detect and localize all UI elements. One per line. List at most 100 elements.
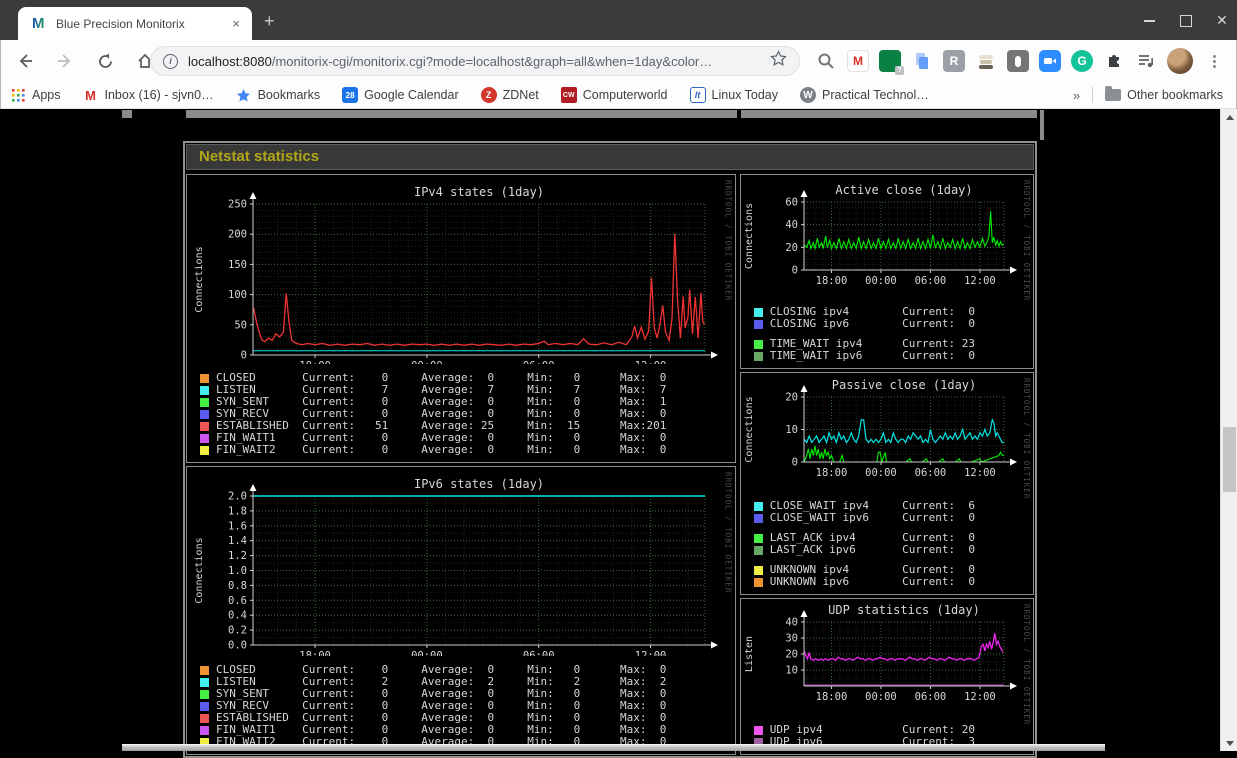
other-bookmarks-button[interactable]: Other bookmarks — [1105, 86, 1223, 102]
legend-swatch — [200, 677, 209, 687]
gmail-extension-icon[interactable]: M — [847, 50, 869, 72]
page-scrollbar[interactable] — [1220, 109, 1237, 751]
svg-text:00:00: 00:00 — [865, 275, 897, 287]
playlist-extension-icon[interactable] — [1135, 50, 1157, 72]
previous-section-border-fragment — [741, 110, 1037, 118]
stack-extension-icon[interactable] — [975, 50, 997, 72]
tab-title: Blue Precision Monitorix — [56, 16, 185, 31]
bookmark-item-zdnet[interactable]: Z ZDNet — [480, 87, 539, 103]
zdnet-favicon: Z — [480, 87, 497, 103]
bookmarks-overflow-chevron[interactable]: » — [1073, 88, 1080, 103]
cw-favicon: CW — [560, 87, 577, 103]
legend-text: TIME_WAIT ipv6 Current: 0 — [769, 349, 976, 362]
window-maximize-button[interactable] — [1179, 13, 1193, 27]
bookmarks-divider — [1092, 87, 1094, 103]
tab-close-icon[interactable]: × — [228, 16, 244, 31]
section-title: Netstat statistics — [186, 144, 1034, 170]
other-bookmarks-label: Other bookmarks — [1127, 88, 1223, 102]
legend-row: LAST_ACK ipv6 Current: 0 — [753, 544, 1033, 556]
rrdtool-watermark: RRDTOOL / TOBI OETIKER — [723, 472, 733, 594]
bookmark-label: Practical Technol… — [822, 88, 929, 102]
svg-text:18:00: 18:00 — [299, 360, 331, 364]
lamp-extension-icon[interactable] — [1007, 50, 1029, 72]
graph-legend-passive_close: CLOSE_WAIT ipv4 Current: 6 CLOSE_WAIT ipv… — [753, 500, 1033, 588]
bookmark-label: Linux Today — [711, 88, 779, 102]
back-button[interactable] — [12, 48, 38, 74]
zoom-extension-icon[interactable] — [1039, 50, 1061, 72]
svg-text:1.4: 1.4 — [228, 535, 247, 547]
copy-pages-extension-icon[interactable] — [911, 50, 933, 72]
voice-extension-icon[interactable]: ? — [879, 50, 904, 75]
svg-text:20: 20 — [785, 392, 798, 404]
bookmark-label: Apps — [32, 88, 61, 102]
bookmark-item-inbox-16-sjvn0[interactable]: M Inbox (16) - sjvn0… — [83, 87, 214, 103]
svg-text:250: 250 — [228, 199, 247, 211]
bookmarks-bar: Apps M Inbox (16) - sjvn0… Bookmarks 28 Googl… — [0, 82, 1237, 109]
scrollbar-down-arrow[interactable] — [1221, 735, 1237, 751]
svg-text:12:00: 12:00 — [635, 360, 667, 364]
browser-menu-icon[interactable]: ⋮ — [1203, 52, 1226, 70]
graph-udp_statistics-image[interactable]: 10 20 30 40 18:00 00:00 06:00 12:00 UDP statisti… — [744, 602, 1033, 721]
window-left-edge — [0, 40, 1, 109]
bookmark-star-icon[interactable] — [770, 50, 787, 72]
reload-button[interactable] — [92, 48, 118, 74]
svg-text:00:00: 00:00 — [411, 650, 443, 656]
legend-swatch — [753, 565, 763, 575]
svg-text:150: 150 — [228, 259, 247, 271]
svg-text:06:00: 06:00 — [914, 467, 946, 479]
svg-text:06:00: 06:00 — [914, 275, 946, 287]
monitorix-page: Netstat statistics 05010015020025018:000… — [0, 109, 1237, 758]
graph-legend-ipv4_states: CLOSED Current: 0 Average: 0 Min: 0 Max:… — [200, 372, 735, 456]
profile-avatar[interactable] — [1167, 48, 1193, 74]
svg-text:0.2: 0.2 — [228, 625, 247, 637]
svg-text:0.6: 0.6 — [228, 595, 247, 607]
bookmark-item-bookmarks[interactable]: Bookmarks — [236, 87, 320, 103]
url-text: localhost:8080/monitorix-cgi/monitorix.c… — [188, 53, 713, 69]
scrollbar-thumb[interactable] — [1223, 427, 1236, 492]
monitorix-favicon: M — [32, 15, 48, 32]
bookmark-item-linux-today[interactable]: lt Linux Today — [689, 87, 779, 103]
window-minimize-button[interactable] — [1143, 13, 1157, 27]
forward-button[interactable] — [52, 48, 78, 74]
address-bar[interactable]: i localhost:8080/monitorix-cgi/monitorix… — [150, 46, 800, 76]
graph-ipv6_states-image[interactable]: 0.0 0.2 0.4 0.6 0.8 1.0 1.2 1.4 1.6 1.8 2.0 18:00 00… — [190, 470, 735, 662]
svg-text:06:00: 06:00 — [523, 650, 555, 656]
page-info-icon[interactable]: i — [163, 53, 178, 69]
search-extension-icon[interactable] — [815, 50, 837, 72]
legend-swatch — [200, 421, 209, 431]
scrollbar-up-arrow[interactable] — [1221, 109, 1237, 125]
svg-text:200: 200 — [228, 229, 247, 241]
legend-text: CLOSING ipv6 Current: 0 — [769, 317, 976, 330]
svg-text:18:00: 18:00 — [815, 467, 847, 479]
svg-text:10: 10 — [785, 665, 798, 677]
legend-swatch — [753, 307, 763, 317]
bookmark-item-practical-technol[interactable]: W Practical Technol… — [800, 87, 929, 103]
graph-box-ipv4_states: 0 50 100 150 200 250 18:00 00:00 06:00 12:00 IPv4 … — [186, 174, 736, 463]
bookmark-item-computerworld[interactable]: CW Computerworld — [560, 87, 668, 103]
window-close-button[interactable]: ✕ — [1215, 13, 1229, 27]
browser-tab[interactable]: M Blue Precision Monitorix × — [18, 7, 252, 40]
svg-text:50: 50 — [234, 319, 247, 331]
bookmark-item-google-calendar[interactable]: 28 Google Calendar — [342, 87, 459, 103]
svg-text:Active close (1day): Active close (1day) — [835, 183, 972, 197]
previous-section-border-fragment — [1040, 110, 1044, 140]
svg-text:IPv4 states (1day): IPv4 states (1day) — [414, 185, 544, 199]
graph-passive_close-image[interactable]: 0 10 20 18:00 00:00 06:00 12:00 Passive close (… — [744, 376, 1033, 497]
puzzle-extension-icon[interactable] — [1103, 50, 1125, 72]
legend-swatch — [200, 385, 209, 395]
bookmark-item-apps[interactable]: Apps — [10, 87, 61, 103]
graph-ipv4_states-image[interactable]: 0 50 100 150 200 250 18:00 00:00 06:00 12:00 IPv4 … — [190, 178, 735, 372]
legend-row: UNKNOWN ipv6 Current: 0 — [753, 576, 1033, 588]
r-extension-icon[interactable]: R — [943, 50, 965, 72]
svg-text:00:00: 00:00 — [865, 467, 897, 479]
svg-text:12:00: 12:00 — [964, 275, 996, 287]
graph-active_close-image[interactable]: 0 20 40 60 18:00 00:00 06:00 12:00 Active close … — [744, 178, 1033, 303]
svg-text:20: 20 — [785, 649, 798, 661]
svg-text:40: 40 — [785, 219, 798, 231]
svg-text:1.6: 1.6 — [228, 520, 247, 532]
star-favicon — [236, 87, 252, 103]
graph-box-active_close: 0 20 40 60 18:00 00:00 06:00 12:00 Active close … — [739, 174, 1034, 369]
new-tab-button[interactable]: + — [264, 12, 275, 30]
grammarly-extension-icon[interactable]: G — [1071, 50, 1093, 72]
graph-legend-ipv6_states: CLOSED Current: 0 Average: 0 Min: 0 Max:… — [200, 664, 735, 748]
